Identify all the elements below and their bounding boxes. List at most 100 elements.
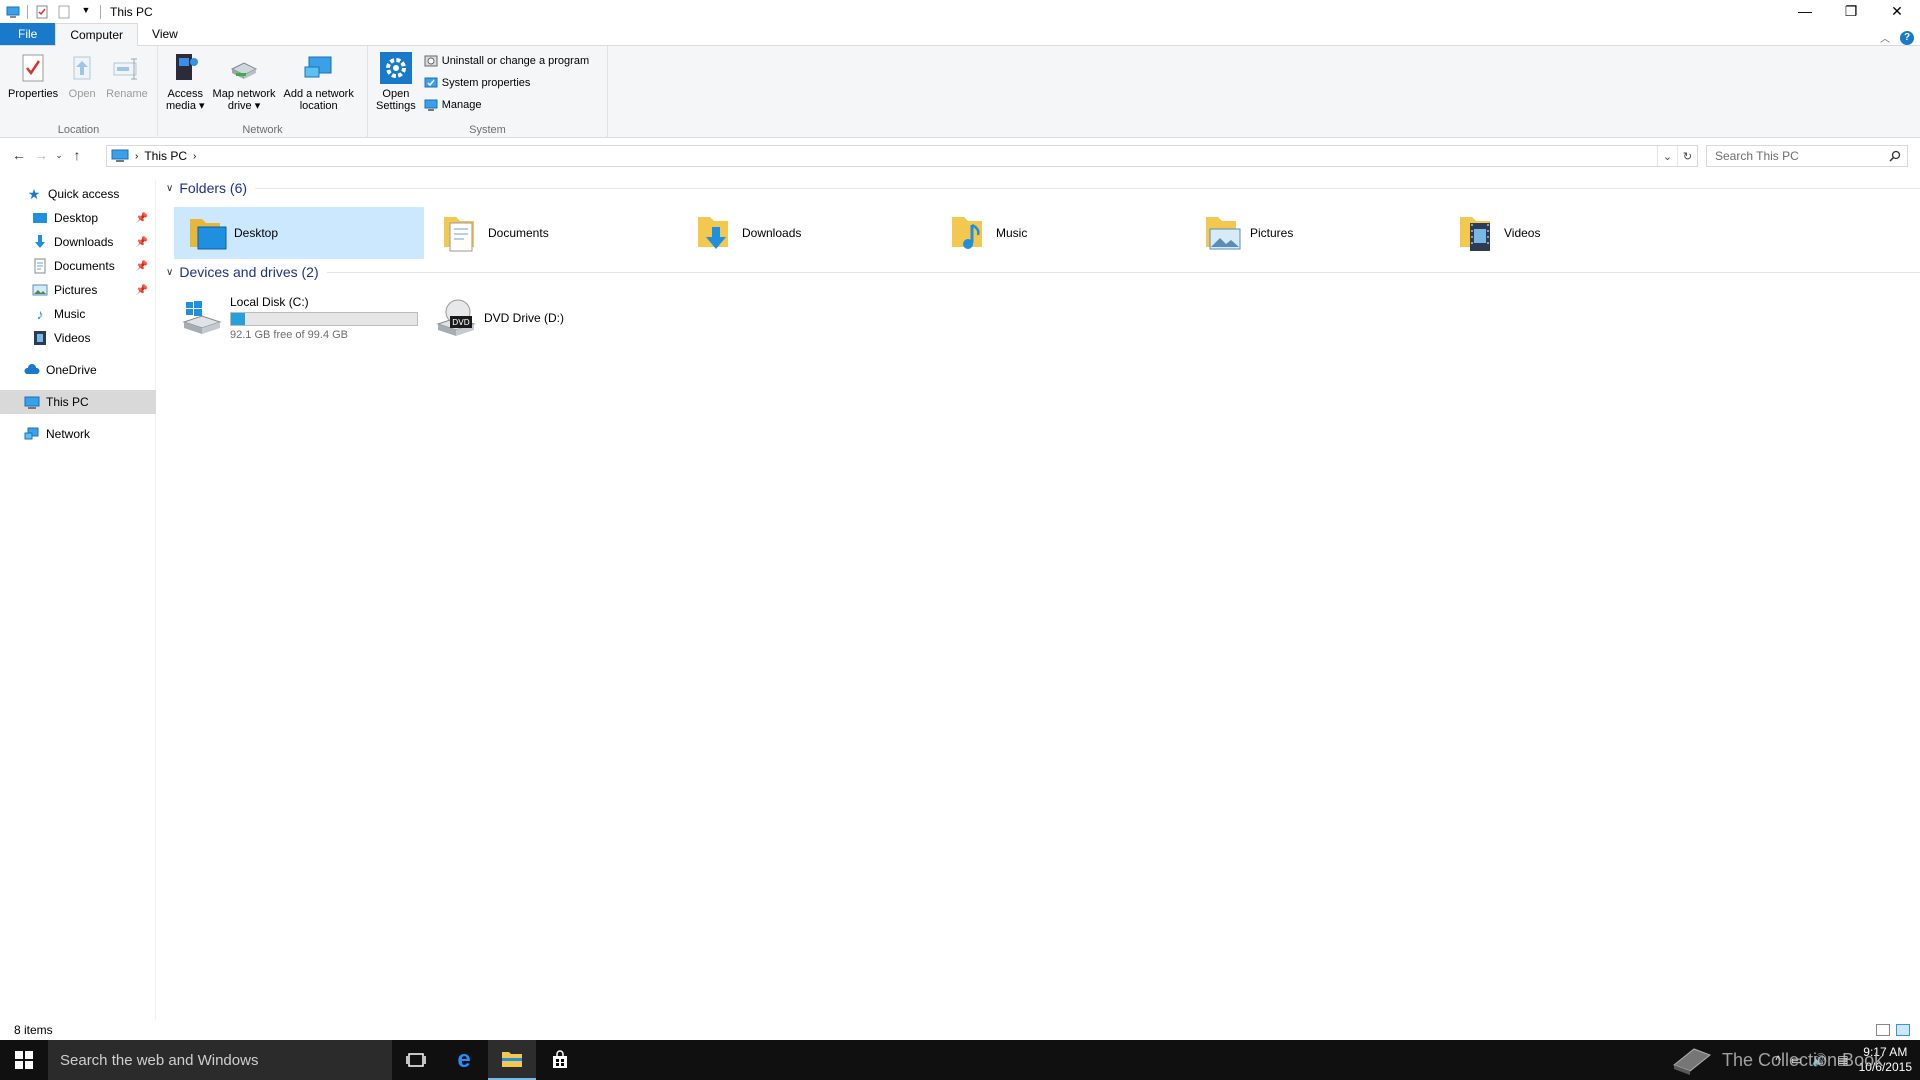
open-label: Open (68, 88, 96, 100)
taskbar-store[interactable] (536, 1040, 584, 1080)
desktop-folder-icon (190, 219, 227, 250)
folder-label: Documents (488, 226, 549, 240)
details-view-icon[interactable] (1876, 1024, 1890, 1036)
edge-icon: e (457, 1046, 471, 1073)
properties-icon (17, 52, 49, 84)
nav-onedrive[interactable]: OneDrive (0, 358, 156, 382)
drive-info: Local Disk (C:) 92.1 GB free of 99.4 GB (230, 295, 418, 341)
forward-button[interactable]: → (30, 144, 52, 166)
folder-desktop[interactable]: Desktop (174, 207, 424, 259)
pin-icon[interactable]: 📌 (136, 213, 148, 224)
search-placeholder: Search This PC (1715, 149, 1799, 163)
store-icon (553, 1050, 567, 1068)
chevron-down-icon: ∨ (166, 266, 174, 278)
videos-folder-icon (1460, 217, 1490, 251)
nav-this-pc[interactable]: This PC (0, 390, 156, 414)
drive-local-disk-c[interactable]: Local Disk (C:) 92.1 GB free of 99.4 GB (174, 292, 418, 344)
ribbon: Properties Open Rename Location Access m… (0, 46, 1920, 138)
address-bar[interactable]: › This PC › ⌄ ↻ (106, 145, 1698, 167)
nav-item-pictures[interactable]: Pictures 📌 (0, 278, 156, 302)
folder-videos[interactable]: Videos (1444, 207, 1694, 259)
uninstall-program-button[interactable]: Uninstall or change a program (424, 52, 589, 70)
content-pane: ∨ Folders (6) Desktop Documents Download… (160, 180, 1920, 1020)
restore-button[interactable]: ❐ (1828, 0, 1874, 22)
this-pc-icon[interactable] (6, 5, 20, 19)
map-network-drive-label-2: drive ▾ (227, 100, 261, 112)
minimize-button[interactable]: — (1782, 0, 1828, 22)
group-label-location: Location (57, 124, 100, 136)
folder-documents[interactable]: Documents (428, 207, 678, 259)
watermark: The Collection Book (1670, 1040, 1883, 1080)
taskbar-edge[interactable]: e (440, 1040, 488, 1080)
tab-computer[interactable]: Computer (55, 23, 139, 46)
nav-network[interactable]: Network (0, 422, 156, 446)
pictures-folder-icon (1206, 217, 1241, 250)
refresh-button[interactable]: ↻ (1677, 146, 1697, 166)
folder-pictures[interactable]: Pictures (1190, 207, 1440, 259)
minimize-ribbon-icon[interactable]: ︿ (1880, 30, 1890, 45)
large-icons-view-icon[interactable] (1896, 1024, 1910, 1036)
nav-item-documents[interactable]: Documents 📌 (0, 254, 156, 278)
tab-file[interactable]: File (0, 23, 56, 45)
nav-label: Desktop (54, 211, 99, 225)
nav-label: Pictures (54, 283, 98, 297)
pin-icon[interactable]: 📌 (136, 237, 148, 248)
uninstall-label: Uninstall or change a program (441, 55, 590, 67)
drive-dvd-d[interactable]: DVD DVD Drive (D:) (428, 292, 564, 344)
drive-name: DVD Drive (D:) (484, 311, 564, 325)
search-input[interactable]: Search This PC (1706, 145, 1908, 167)
file-explorer-icon (502, 1052, 522, 1067)
close-button[interactable]: ✕ (1874, 0, 1920, 22)
access-media-icon (169, 52, 201, 84)
folder-music[interactable]: Music (936, 207, 1186, 259)
nav-label: Music (54, 307, 86, 321)
help-icon[interactable]: ? (1900, 30, 1914, 45)
access-media-label-2: media ▾ (166, 100, 205, 112)
start-button[interactable] (0, 1040, 48, 1080)
documents-icon (34, 258, 46, 274)
pin-icon[interactable]: 📌 (136, 285, 148, 296)
system-properties-button[interactable]: System properties (424, 74, 589, 92)
breadcrumb-separator-icon[interactable]: › (135, 151, 138, 162)
navigation-pane: ★ Quick access Desktop 📌 Downloads 📌 Doc… (0, 180, 156, 1020)
breadcrumb-separator-icon[interactable]: › (193, 151, 196, 162)
folder-downloads[interactable]: Downloads (682, 207, 932, 259)
up-arrow-icon: ↑ (73, 147, 81, 163)
nav-quick-access[interactable]: ★ Quick access (0, 182, 156, 206)
pin-icon[interactable]: 📌 (136, 261, 148, 272)
settings-gear-icon (379, 52, 412, 84)
toolbar-separator (27, 5, 28, 19)
new-folder-icon[interactable] (57, 5, 71, 19)
nav-item-desktop[interactable]: Desktop 📌 (0, 206, 156, 230)
properties-label: Properties (8, 88, 59, 100)
dvd-drive-icon: DVD (436, 299, 476, 336)
nav-item-downloads[interactable]: Downloads 📌 (0, 230, 156, 254)
section-title: Folders (6) (179, 180, 248, 196)
taskbar-search-input[interactable]: Search the web and Windows (48, 1040, 392, 1080)
address-history-dropdown[interactable]: ⌄ (1657, 146, 1677, 166)
recent-locations-button[interactable]: ⌄ (52, 144, 66, 166)
folder-label: Downloads (742, 226, 802, 240)
folder-label: Music (996, 226, 1028, 240)
back-button[interactable]: ← (8, 144, 30, 166)
section-divider (326, 271, 1920, 273)
breadcrumb-this-pc[interactable]: This PC (144, 149, 187, 163)
taskbar: Search the web and Windows e ^ ▭ 🔊 ▤ 9:1… (0, 1040, 1920, 1080)
nav-item-videos[interactable]: Videos (0, 326, 156, 350)
taskbar-file-explorer[interactable] (488, 1040, 536, 1080)
manage-button[interactable]: Manage (424, 96, 589, 114)
up-button[interactable]: ↑ (66, 144, 88, 166)
system-properties-icon (424, 77, 438, 88)
rename-label: Rename (106, 88, 148, 100)
music-folder-icon (952, 217, 982, 249)
section-header-folders[interactable]: ∨ Folders (6) (166, 180, 1920, 196)
system-properties-label: System properties (441, 77, 531, 89)
tab-view[interactable]: View (138, 23, 192, 45)
nav-item-music[interactable]: ♪ Music (0, 302, 156, 326)
chevron-down-icon: ⌄ (55, 149, 63, 160)
task-view-button[interactable] (392, 1040, 440, 1080)
access-media-label-1: Access (167, 88, 203, 100)
properties-check-icon[interactable] (35, 5, 49, 19)
section-header-devices[interactable]: ∨ Devices and drives (2) (166, 264, 1920, 280)
customize-toolbar-icon[interactable]: ▼ (79, 5, 93, 19)
